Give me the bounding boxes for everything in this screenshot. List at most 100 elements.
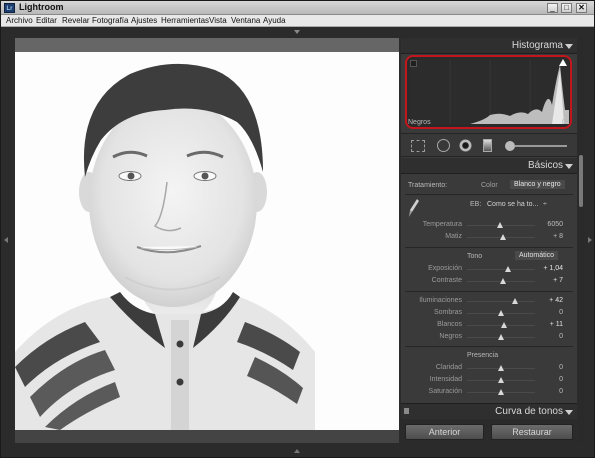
temperatura-slider-thumb[interactable] (496, 222, 503, 228)
menu-ventana[interactable]: Ventana (231, 16, 260, 25)
divider (405, 247, 573, 248)
negros-slider-thumb[interactable] (498, 334, 504, 340)
intensidad-slider-thumb[interactable] (498, 377, 504, 383)
curva-title: Curva de tonos (495, 406, 563, 417)
histogram-title: Histograma (511, 40, 563, 51)
sombras-label: Sombras (433, 309, 462, 316)
exposicion-label: Exposición (428, 265, 462, 272)
treatment-bw-option[interactable]: Blanco y negro (510, 180, 565, 189)
blancos-label: Blancos (437, 321, 462, 328)
lightroom-logo-icon: Lr (4, 3, 15, 13)
tratamiento-label: Tratamiento: (408, 182, 448, 189)
claridad-value[interactable]: 0 (535, 364, 563, 371)
contraste-value[interactable]: + 7 (535, 277, 563, 284)
panel-switch-icon[interactable] (404, 408, 409, 414)
tono-label: Tono (467, 253, 483, 260)
exposicion-value[interactable]: + 1,04 (535, 265, 563, 272)
claridad-slider-thumb[interactable] (498, 365, 504, 371)
auto-tone-button[interactable]: Automático (515, 251, 559, 260)
iluminaciones-slider-track[interactable] (467, 301, 535, 302)
maximize-button[interactable]: □ (561, 3, 572, 13)
negros-value[interactable]: 0 (535, 333, 563, 340)
menu-vista[interactable]: Vista (209, 16, 227, 25)
iluminaciones-slider-thumb[interactable] (511, 298, 518, 304)
photo-toolbar-bg (15, 38, 399, 52)
portrait-photo (15, 52, 399, 430)
matiz-value[interactable]: + 8 (535, 233, 563, 240)
saturacion-label: Saturación (428, 388, 462, 395)
matiz-slider-thumb[interactable] (500, 234, 507, 240)
divider (405, 291, 573, 292)
develop-tool-strip (401, 133, 577, 157)
claridad-label: Claridad (435, 364, 462, 371)
iluminaciones-value[interactable]: + 42 (535, 297, 563, 304)
white-balance-dropdown[interactable]: Como se ha to... (487, 201, 538, 208)
spot-removal-tool-icon[interactable] (437, 139, 450, 152)
exposicion-slider-thumb[interactable] (504, 266, 511, 272)
graduated-filter-tool-icon[interactable] (483, 139, 492, 152)
menu-editar[interactable]: Editar (36, 16, 57, 25)
photo-preview[interactable] (15, 52, 399, 430)
close-button[interactable]: ✕ (576, 3, 587, 13)
dropdown-arrow-icon[interactable]: ÷ (543, 201, 547, 208)
iluminaciones-label: Iluminaciones (419, 297, 462, 304)
saturacion-value[interactable]: 0 (535, 388, 563, 395)
title-bar: Lr Lightroom _ □ ✕ (1, 1, 594, 15)
histogram-display (405, 55, 572, 129)
adjustment-brush-handle (515, 145, 567, 147)
saturacion-slider-thumb[interactable] (498, 389, 504, 395)
sombras-value[interactable]: 0 (535, 309, 563, 316)
curva-panel-header[interactable]: Curva de tonos (401, 403, 577, 419)
menu-bar: Archivo Editar Revelar Fotografía Ajuste… (1, 15, 594, 27)
collapse-basicos-icon[interactable] (565, 164, 573, 169)
histogram-tone-label: Negros (408, 119, 431, 126)
contraste-slider-thumb[interactable] (500, 278, 507, 284)
temperatura-label: Temperatura (422, 221, 462, 228)
matiz-label: Matiz (445, 233, 462, 240)
menu-archivo[interactable]: Archivo (6, 16, 33, 25)
panel-scrollbar[interactable] (578, 38, 584, 443)
histogram-panel-header[interactable]: Histograma (401, 38, 577, 54)
highlight-clipping-indicator-icon[interactable] (559, 59, 567, 66)
photo-bottom-toolbar (15, 430, 399, 443)
minimize-button[interactable]: _ (547, 3, 558, 13)
top-panel-strip (1, 27, 594, 38)
presencia-label: Presencia (467, 352, 499, 359)
collapse-curva-icon[interactable] (565, 410, 573, 415)
exposicion-slider-track[interactable] (467, 269, 535, 270)
menu-ajustes[interactable]: Ajustes (131, 16, 157, 25)
basicos-title: Básicos (527, 160, 563, 171)
menu-ayuda[interactable]: Ayuda (263, 16, 286, 25)
app-window: Lr Lightroom _ □ ✕ Archivo Editar Revela… (0, 0, 595, 458)
collapse-top-panel-icon[interactable] (294, 30, 300, 34)
eb-label: EB: (470, 201, 482, 208)
shadow-clipping-indicator-icon[interactable] (410, 60, 417, 67)
restaurar-button[interactable]: Restaurar (491, 424, 573, 440)
divider (405, 346, 573, 347)
temperatura-value[interactable]: 6050 (535, 221, 563, 228)
window-title: Lightroom (19, 2, 64, 12)
basicos-panel-header[interactable]: Básicos (401, 158, 577, 174)
histogram-tone-value: 0 (562, 119, 566, 126)
blancos-slider-thumb[interactable] (501, 322, 508, 328)
menu-fotografia[interactable]: Fotografía (92, 16, 128, 25)
expand-right-panel-icon[interactable] (588, 237, 592, 243)
contraste-label: Contraste (431, 277, 462, 284)
intensidad-value[interactable]: 0 (535, 376, 563, 383)
panel-scrollbar-thumb[interactable] (579, 155, 583, 207)
anterior-button[interactable]: Anterior (405, 424, 484, 440)
blancos-value[interactable]: + 11 (535, 321, 563, 328)
white-balance-picker-icon[interactable] (408, 198, 420, 218)
expand-left-panel-icon[interactable] (4, 237, 8, 243)
menu-herramientas[interactable]: Herramientas (161, 16, 209, 25)
adjustment-brush-tool-icon[interactable] (505, 141, 515, 151)
sombras-slider-thumb[interactable] (498, 310, 504, 316)
histogram-chart (410, 60, 569, 124)
menu-revelar[interactable]: Revelar (62, 16, 90, 25)
red-eye-tool-icon[interactable] (459, 139, 472, 152)
collapse-histogram-icon[interactable] (565, 44, 573, 49)
expand-filmstrip-icon[interactable] (294, 449, 300, 453)
crop-tool-icon[interactable] (411, 140, 425, 152)
negros-label: Negros (439, 333, 462, 340)
treatment-color-option[interactable]: Color (481, 182, 498, 189)
